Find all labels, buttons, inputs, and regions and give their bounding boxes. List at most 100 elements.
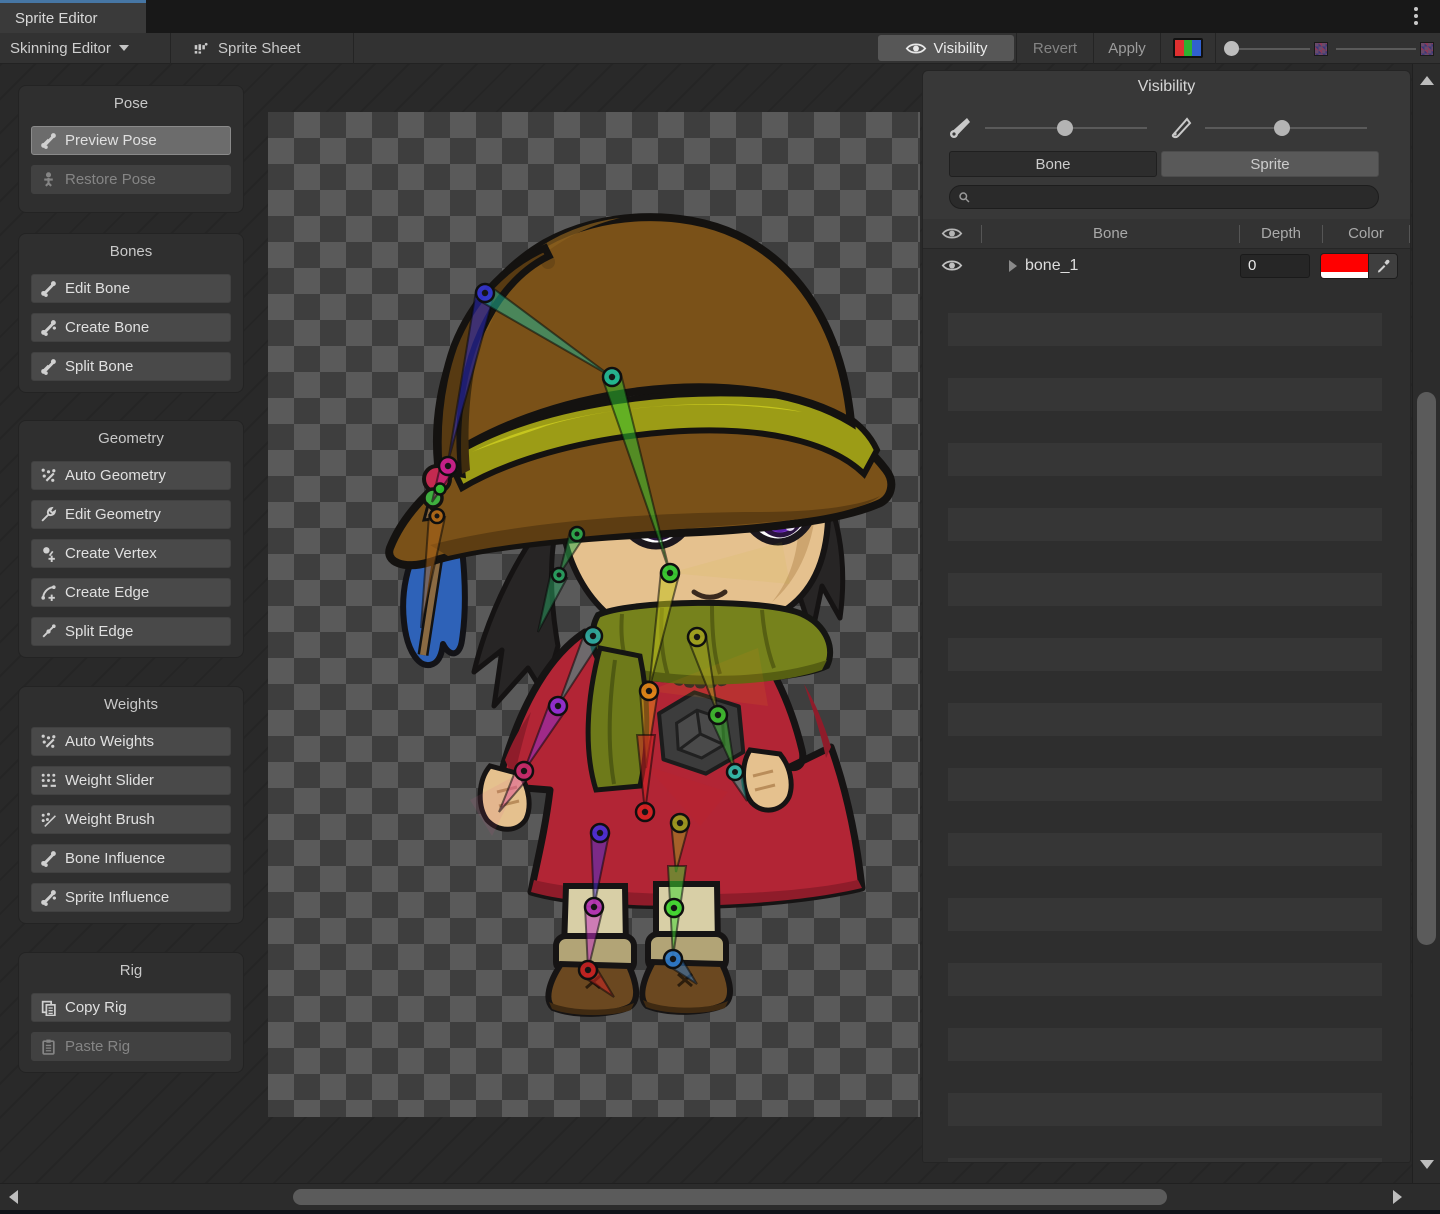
eye-icon [905,41,927,56]
copy-rig-button[interactable]: Copy Rig [31,993,231,1022]
revert-button[interactable]: Revert [1017,40,1093,57]
eye-column-icon[interactable] [941,226,963,241]
scroll-right-arrow[interactable] [1393,1190,1402,1204]
auto-weights-icon [40,733,57,750]
panel-title: Rig [19,953,243,979]
split-bone-button[interactable]: Split Bone [31,352,231,381]
toolbar-opacity-sliders [1216,33,1440,64]
auto-geometry-button[interactable]: Auto Geometry [31,461,231,490]
depth-input[interactable] [1240,254,1310,278]
toolbar: Skinning Editor Sprite Sheet Visibility … [0,33,1440,64]
create-edge-button[interactable]: Create Edge [31,578,231,607]
tab-sprite[interactable]: Sprite [1161,151,1379,177]
weight-brush-icon [40,811,57,828]
mesh-opacity-knob[interactable] [1274,120,1290,136]
scroll-down-arrow[interactable] [1420,1160,1434,1169]
create-vertex-button[interactable]: Create Vertex [31,539,231,568]
weights-opacity-slider[interactable] [1336,48,1416,50]
person-icon [40,171,57,188]
visibility-toggle-label: Visibility [934,40,988,57]
bone-name: bone_1 [1025,257,1240,275]
vertical-scrollbar[interactable] [1412,64,1440,1183]
bones-panel: Bones Edit Bone Create Bone Split Bone [18,233,244,393]
edit-bone-button[interactable]: Edit Bone [31,274,231,303]
bone-row[interactable]: bone_1 [923,249,1410,282]
split-edge-button[interactable]: Split Edge [31,617,231,646]
edge-split-icon [40,623,57,640]
sprite-sheet-label: Sprite Sheet [218,40,301,57]
edit-geometry-button[interactable]: Edit Geometry [31,500,231,529]
weight-slider-button[interactable]: Weight Slider [31,766,231,795]
window-tab-strip: Sprite Editor [0,0,1440,33]
row-visibility-eye-icon[interactable] [941,258,963,273]
visibility-toggle-button[interactable]: Visibility [878,35,1014,61]
bone-tool-icon [40,132,57,149]
eyedropper-icon [1376,258,1391,273]
bone-outline-icon [1169,115,1193,139]
eyedropper-button[interactable] [1368,254,1397,278]
copy-icon [40,999,57,1016]
skinning-workspace: Pose Preview Pose Restore Pose Bones Edi… [0,64,1440,1183]
panel-title: Weights [19,687,243,713]
sprite-opacity-knob[interactable] [1224,41,1239,56]
column-depth[interactable]: Depth [1240,225,1322,242]
weight-slider-icon [40,772,57,789]
sprite-influence-button[interactable]: Sprite Influence [31,883,231,912]
edge-plus-icon [40,584,57,601]
bone-list: bone_1 [923,249,1410,1162]
panel-title: Bones [19,234,243,260]
bone-opacity-knob[interactable] [1057,120,1073,136]
auto-weights-button[interactable]: Auto Weights [31,727,231,756]
tab-sprite-editor[interactable]: Sprite Editor [0,0,146,33]
sprite-influence-icon [40,889,57,906]
bone-split-icon [40,358,57,375]
weights-panel: Weights Auto Weights Weight Slider Weigh… [18,686,244,924]
rgb-overlay-icon[interactable] [1173,38,1203,58]
bone-color-swatch[interactable] [1321,254,1368,278]
bone-influence-icon [40,850,57,867]
geometry-panel: Geometry Auto Geometry Edit Geometry Cre… [18,420,244,658]
chevron-down-icon [119,45,129,51]
horizontal-scrollbar[interactable] [0,1183,1440,1210]
scroll-up-arrow[interactable] [1420,76,1434,85]
expand-chevron-icon[interactable] [1009,260,1017,272]
clipboard-icon [40,1038,57,1055]
search-input[interactable] [977,189,1357,205]
vertical-scrollbar-thumb[interactable] [1417,392,1436,945]
character-sprite [268,112,920,1117]
visibility-panel-title: Visibility [923,78,1410,96]
apply-button[interactable]: Apply [1094,40,1160,57]
bone-opacity-slider[interactable] [949,115,1151,141]
bone-table-header: Bone Depth Color [923,219,1410,249]
preview-pose-button[interactable]: Preview Pose [31,126,231,155]
wrench-icon [40,506,57,523]
editor-mode-dropdown[interactable]: Skinning Editor [0,33,170,64]
tab-bone[interactable]: Bone [949,151,1157,177]
bone-search-field[interactable] [949,185,1379,209]
sprite-canvas[interactable] [268,112,920,1117]
bone-edit-icon [40,280,57,297]
visibility-panel: Visibility Bone Sprite [922,70,1411,1163]
column-color[interactable]: Color [1323,225,1409,242]
weight-brush-button[interactable]: Weight Brush [31,805,231,834]
horizontal-scrollbar-thumb[interactable] [293,1189,1167,1205]
sprite-opacity-slider[interactable] [1228,48,1310,50]
restore-pose-button[interactable]: Restore Pose [31,165,231,194]
editor-mode-label: Skinning Editor [10,40,111,57]
empty-list-rows [948,313,1382,1162]
search-icon [958,191,971,204]
mesh-opacity-slider[interactable] [1169,115,1371,141]
bone-filled-icon [949,115,973,139]
pose-panel: Pose Preview Pose Restore Pose [18,85,244,213]
scroll-left-arrow[interactable] [9,1190,18,1204]
bone-plus-icon [40,319,57,336]
sprite-sheet-icon [193,40,210,57]
bone-influence-button[interactable]: Bone Influence [31,844,231,873]
window-menu-icon[interactable] [1414,7,1418,28]
create-bone-button[interactable]: Create Bone [31,313,231,342]
column-bone[interactable]: Bone [982,225,1239,242]
paste-rig-button[interactable]: Paste Rig [31,1032,231,1061]
rig-panel: Rig Copy Rig Paste Rig [18,952,244,1073]
vertex-plus-icon [40,545,57,562]
sprite-sheet-button[interactable]: Sprite Sheet [171,33,353,64]
